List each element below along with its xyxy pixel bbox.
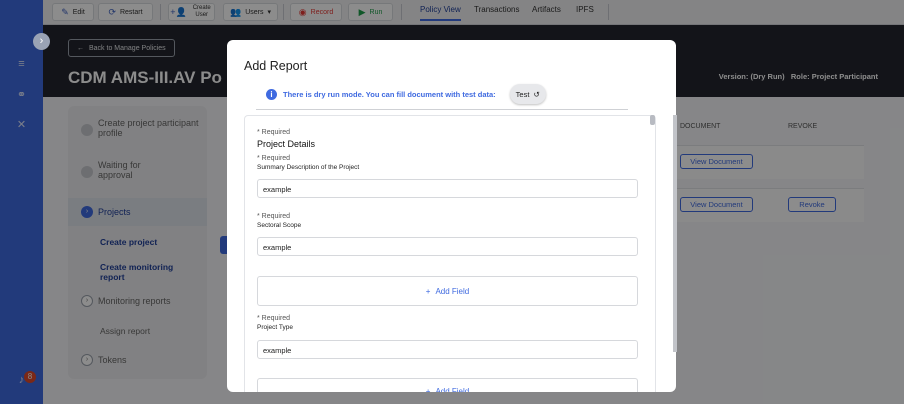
collapse-sidebar-button[interactable]: › bbox=[33, 33, 50, 50]
dry-run-notice: i There is dry run mode. You can fill do… bbox=[266, 84, 546, 104]
plus-icon: + bbox=[425, 286, 431, 296]
add-field-button[interactable]: + Add Field bbox=[257, 378, 638, 392]
divider bbox=[256, 109, 628, 110]
required-label: * Required bbox=[257, 129, 291, 136]
field-label: Summary Description of the Project bbox=[257, 164, 360, 171]
test-data-button[interactable]: Test ↺ bbox=[509, 84, 546, 104]
plus-icon: + bbox=[425, 387, 431, 392]
summary-description-input[interactable]: example bbox=[257, 179, 638, 198]
required-label: * Required bbox=[257, 315, 291, 322]
field-label: Project Type bbox=[257, 324, 294, 331]
add-field-button[interactable]: + Add Field bbox=[257, 276, 638, 306]
info-icon: i bbox=[266, 88, 277, 100]
sectoral-scope-input[interactable]: example bbox=[257, 237, 638, 256]
history-icon: ↺ bbox=[533, 89, 540, 99]
field-label: Sectoral Scope bbox=[257, 222, 302, 229]
form-scrollbar[interactable] bbox=[650, 115, 655, 125]
dialog-scrollbar[interactable] bbox=[673, 115, 677, 352]
required-label: * Required bbox=[257, 213, 291, 220]
section-title: Project Details bbox=[257, 139, 316, 149]
dialog-title: Add Report bbox=[244, 59, 308, 73]
required-label: * Required bbox=[257, 155, 291, 162]
project-type-input[interactable]: example bbox=[257, 340, 638, 359]
